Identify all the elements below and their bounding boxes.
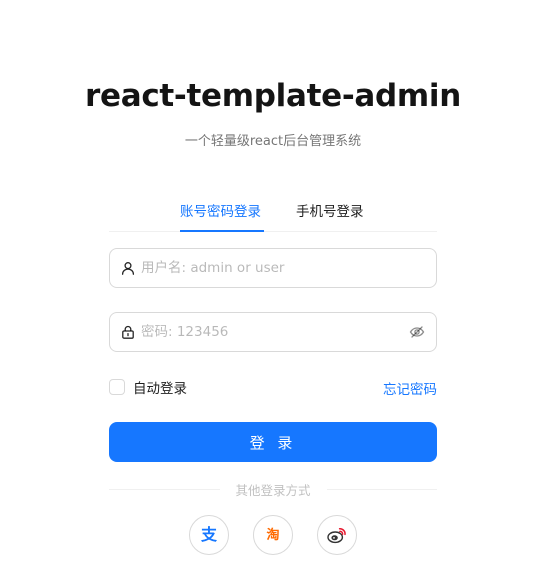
user-icon xyxy=(121,262,135,275)
remember-me-label: 自动登录 xyxy=(133,381,187,397)
remember-me-checkbox[interactable] xyxy=(109,379,125,395)
password-input[interactable] xyxy=(141,313,409,351)
weibo-login-button[interactable] xyxy=(317,515,357,555)
login-tabs: 账号密码登录 手机号登录 xyxy=(109,190,437,232)
active-tab-indicator xyxy=(180,230,264,232)
social-login-buttons: 支 淘 xyxy=(0,515,546,555)
other-login-label: 其他登录方式 xyxy=(235,482,311,498)
tab-account-password[interactable]: 账号密码登录 xyxy=(180,200,261,220)
alipay-login-button[interactable]: 支 xyxy=(189,515,229,555)
app-subtitle: 一个轻量级react后台管理系统 xyxy=(184,134,362,149)
lock-icon xyxy=(122,325,134,339)
login-page: react-template-admin 一个轻量级react后台管理系统 账号… xyxy=(0,0,546,564)
password-field[interactable] xyxy=(109,312,437,352)
forgot-password-link[interactable]: 忘记密码 xyxy=(383,378,437,398)
tab-phone[interactable]: 手机号登录 xyxy=(296,200,364,220)
login-button[interactable]: 登 录 xyxy=(109,422,437,462)
username-input[interactable] xyxy=(141,249,425,287)
other-login-divider: 其他登录方式 xyxy=(109,481,438,498)
eye-invisible-icon[interactable] xyxy=(409,324,425,340)
alipay-icon: 支 xyxy=(200,525,217,544)
weibo-icon xyxy=(327,528,346,544)
app-title: react-template-admin xyxy=(85,78,461,114)
remember-me[interactable]: 自动登录 xyxy=(109,378,187,397)
taobao-icon: 淘 xyxy=(266,527,280,543)
username-field[interactable] xyxy=(109,248,437,288)
taobao-login-button[interactable]: 淘 xyxy=(253,515,293,555)
